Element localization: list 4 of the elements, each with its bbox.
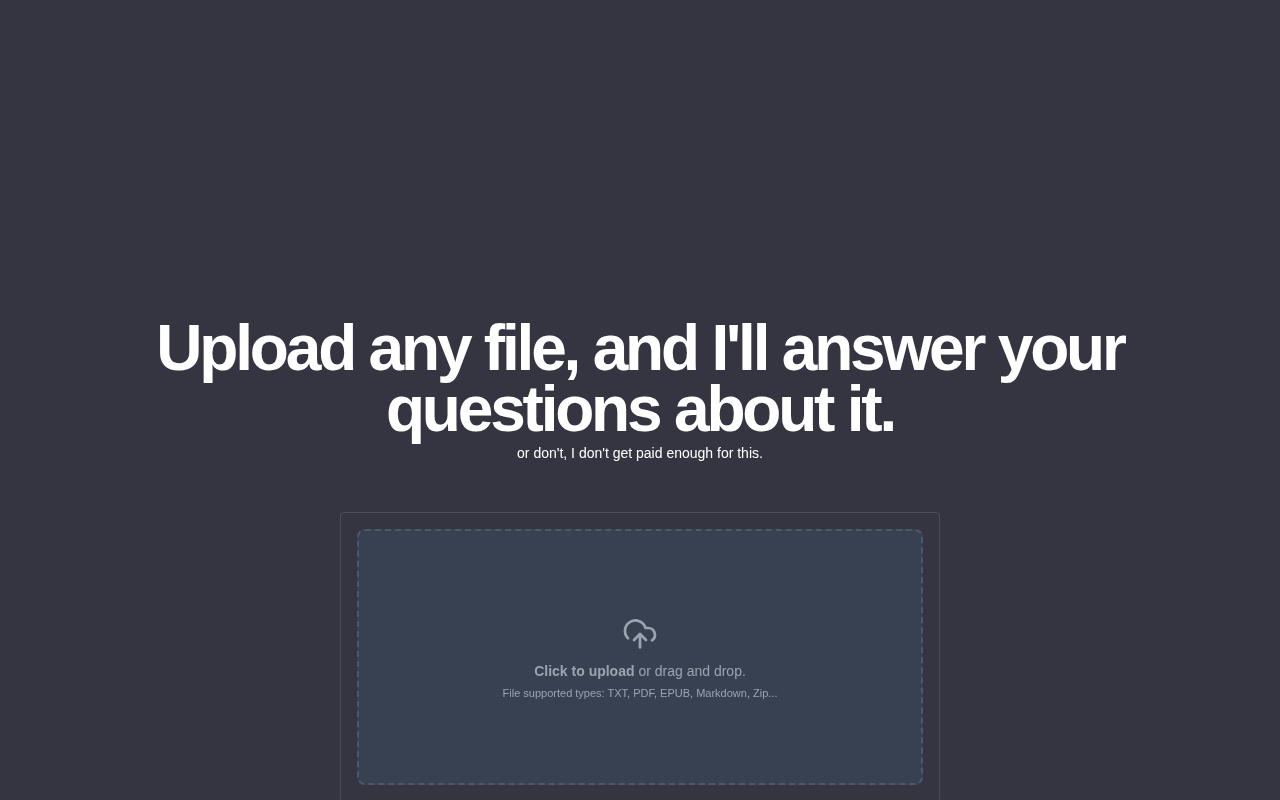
subheading: or don't, I don't get paid enough for this. bbox=[517, 444, 763, 462]
file-dropzone[interactable]: Click to upload or drag and drop. File supported types: TXT, PDF, EPUB, Markdown, Zip... bbox=[357, 529, 923, 785]
upload-prompt: Click to upload or drag and drop. bbox=[534, 663, 746, 679]
supported-types: File supported types: TXT, PDF, EPUB, Markdown, Zip... bbox=[502, 687, 778, 699]
